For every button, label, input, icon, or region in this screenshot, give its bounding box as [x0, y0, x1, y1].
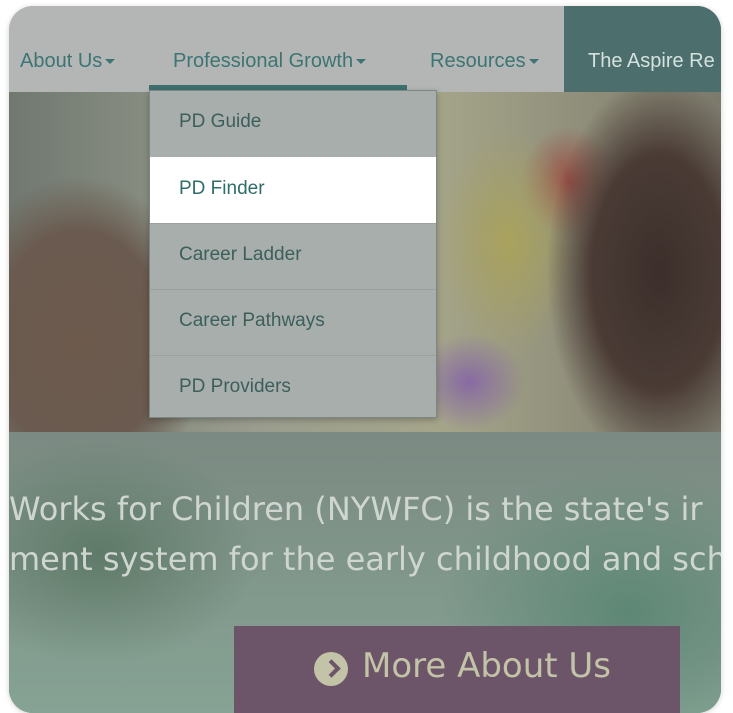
professional-growth-dropdown: PD Guide PD Finder Career Ladder Career …	[149, 90, 437, 418]
dropdown-item-pd-providers[interactable]: PD Providers	[150, 355, 436, 421]
more-about-us-label: More About Us	[362, 646, 612, 686]
nav-professional-growth-label: Professional Growth	[173, 50, 354, 72]
chevron-right-circle-icon	[314, 652, 348, 686]
dropdown-item-label: PD Providers	[179, 376, 291, 397]
more-about-us-button[interactable]: More About Us	[234, 626, 680, 713]
dropdown-item-label: Career Ladder	[179, 244, 302, 265]
dropdown-item-label: PD Guide	[179, 111, 262, 132]
nav-aspire-registry[interactable]: The Aspire Re	[564, 6, 721, 92]
nav-about-us-label: About Us	[20, 50, 103, 72]
dropdown-item-label: Career Pathways	[179, 310, 325, 331]
caret-down-icon	[356, 59, 367, 65]
caret-down-icon	[528, 59, 539, 65]
dropdown-item-pd-finder[interactable]: PD Finder	[150, 157, 436, 223]
nav-resources[interactable]: Resources	[430, 50, 539, 73]
dropdown-item-career-pathways[interactable]: Career Pathways	[150, 289, 436, 355]
nav-aspire-label: The Aspire Re	[588, 50, 715, 72]
main-navbar: About Us Professional Growth Resources T…	[9, 6, 721, 92]
hero-text-line-2: ment system for the early childhood and …	[9, 540, 721, 578]
dropdown-item-label: PD Finder	[179, 178, 265, 199]
nav-about-us[interactable]: About Us	[20, 50, 116, 73]
dropdown-item-pd-guide[interactable]: PD Guide	[150, 91, 436, 157]
nav-resources-label: Resources	[430, 50, 526, 72]
caret-down-icon	[105, 59, 116, 65]
dropdown-item-career-ladder[interactable]: Career Ladder	[150, 223, 436, 289]
browser-viewport: About Us Professional Growth Resources T…	[9, 6, 721, 713]
hero-text-line-1: Works for Children (NYWFC) is the state'…	[9, 490, 703, 528]
nav-professional-growth[interactable]: Professional Growth	[173, 50, 367, 73]
hero-intro-text: Works for Children (NYWFC) is the state'…	[9, 484, 721, 584]
